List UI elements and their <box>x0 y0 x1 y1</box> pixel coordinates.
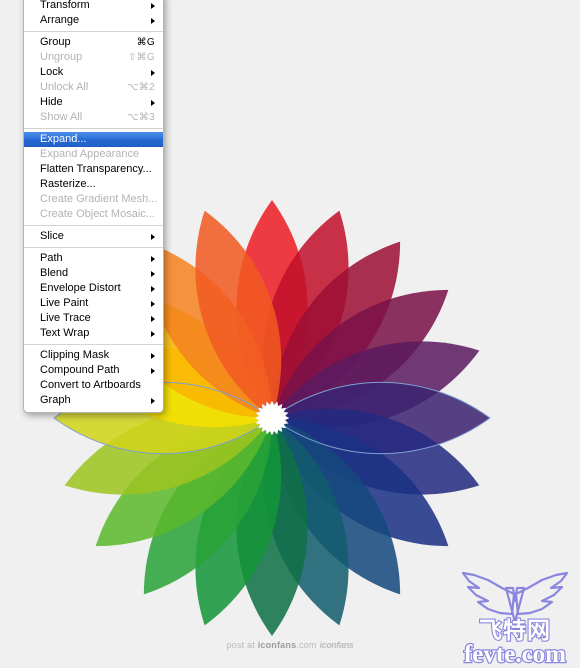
menu-item-label: Hide <box>40 96 63 108</box>
menu-item-label: Expand Appearance <box>40 148 140 160</box>
menu-separator <box>24 128 163 129</box>
menu-item-label: Graph <box>40 394 71 406</box>
menu-item-label: Slice <box>40 230 64 242</box>
submenu-arrow-icon <box>151 270 155 277</box>
menu-item-expand[interactable]: Expand... <box>24 132 163 147</box>
submenu-arrow-icon <box>151 255 155 262</box>
menu-item-label: Path <box>40 252 63 264</box>
menu-item-lock[interactable]: Lock <box>24 65 163 80</box>
menu-item-rasterize[interactable]: Rasterize... <box>24 177 163 192</box>
menu-item-label: Create Gradient Mesh... <box>40 193 158 205</box>
menu-item-shortcut: ⌥⌘3 <box>127 112 155 123</box>
submenu-arrow-icon <box>151 330 155 337</box>
menu-item-clipping-mask[interactable]: Clipping Mask <box>24 348 163 363</box>
submenu-arrow-icon <box>151 285 155 292</box>
menu-item-create-object-mosaic: Create Object Mosaic... <box>24 207 163 222</box>
menu-item-expand-appearance: Expand Appearance <box>24 147 163 162</box>
menu-item-label: Live Trace <box>40 312 91 324</box>
menu-item-label: Rasterize... <box>40 178 96 190</box>
menu-item-create-gradient-mesh: Create Gradient Mesh... <box>24 192 163 207</box>
menu-item-label: Compound Path <box>40 364 120 376</box>
submenu-arrow-icon <box>151 2 155 9</box>
menu-item-label: Unlock All <box>40 81 89 93</box>
menu-item-label: Envelope Distort <box>40 282 121 294</box>
menu-item-shortcut: ⌥⌘2 <box>127 82 155 93</box>
menu-separator <box>24 225 163 226</box>
menu-item-path[interactable]: Path <box>24 251 163 266</box>
menu-item-label: Flatten Transparency... <box>40 163 152 175</box>
menu-item-slice[interactable]: Slice <box>24 229 163 244</box>
menu-item-label: Live Paint <box>40 297 89 309</box>
menu-item-label: Convert to Artboards <box>40 379 141 391</box>
menu-item-flatten-transparency[interactable]: Flatten Transparency... <box>24 162 163 177</box>
submenu-arrow-icon <box>151 99 155 106</box>
object-context-menu[interactable]: Transform Arrange Group ⌘G Ungroup ⇧⌘G Lock Unl… <box>23 0 164 413</box>
menu-item-shortcut: ⌘G <box>136 37 155 48</box>
menu-item-show-all: Show All ⌥⌘3 <box>24 110 163 125</box>
menu-item-hide[interactable]: Hide <box>24 95 163 110</box>
menu-separator <box>24 247 163 248</box>
menu-item-label: Text Wrap <box>40 327 90 339</box>
menu-item-label: Show All <box>40 111 83 123</box>
menu-item-label: Arrange <box>40 14 80 26</box>
menu-item-convert-to-artboards[interactable]: Convert to Artboards <box>24 378 163 393</box>
menu-item-label: Blend <box>40 267 69 279</box>
menu-item-live-paint[interactable]: Live Paint <box>24 296 163 311</box>
menu-item-blend[interactable]: Blend <box>24 266 163 281</box>
menu-item-ungroup: Ungroup ⇧⌘G <box>24 50 163 65</box>
menu-item-transform[interactable]: Transform <box>24 0 163 13</box>
menu-separator <box>24 31 163 32</box>
menu-item-live-trace[interactable]: Live Trace <box>24 311 163 326</box>
submenu-arrow-icon <box>151 300 155 307</box>
menu-item-label: Clipping Mask <box>40 349 110 361</box>
submenu-arrow-icon <box>151 17 155 24</box>
menu-item-label: Transform <box>40 0 90 11</box>
menu-item-label: Lock <box>40 66 64 78</box>
submenu-arrow-icon <box>151 352 155 359</box>
menu-item-label: Create Object Mosaic... <box>40 208 155 220</box>
menu-item-group[interactable]: Group ⌘G <box>24 35 163 50</box>
submenu-arrow-icon <box>151 367 155 374</box>
menu-item-envelope-distort[interactable]: Envelope Distort <box>24 281 163 296</box>
menu-item-text-wrap[interactable]: Text Wrap <box>24 326 163 341</box>
submenu-arrow-icon <box>151 315 155 322</box>
menu-item-compound-path[interactable]: Compound Path <box>24 363 163 378</box>
submenu-arrow-icon <box>151 233 155 240</box>
menu-item-label: Group <box>40 36 71 48</box>
menu-item-label: Ungroup <box>40 51 83 63</box>
menu-item-label: Expand... <box>40 133 87 145</box>
submenu-arrow-icon <box>151 397 155 404</box>
submenu-arrow-icon <box>151 69 155 76</box>
menu-item-unlock-all: Unlock All ⌥⌘2 <box>24 80 163 95</box>
menu-item-arrange[interactable]: Arrange <box>24 13 163 28</box>
menu-item-shortcut: ⇧⌘G <box>127 52 155 63</box>
menu-separator <box>24 344 163 345</box>
menu-item-graph[interactable]: Graph <box>24 393 163 408</box>
